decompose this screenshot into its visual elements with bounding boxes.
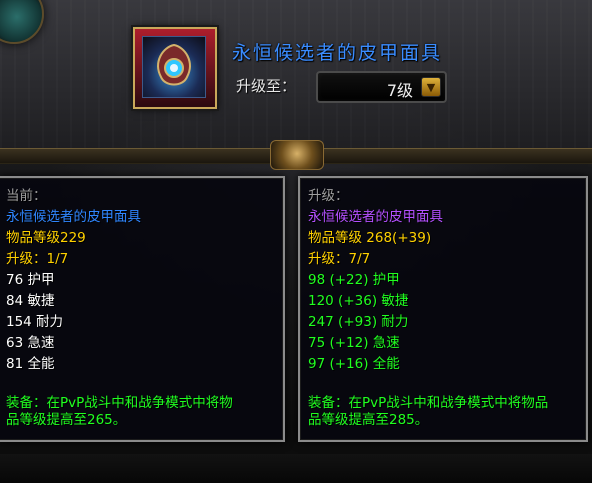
upgrade-stat-armor: 98 (+22) 护甲	[308, 272, 400, 288]
current-item-level: 物品等级229	[6, 230, 86, 246]
upgrade-equip-line-1: 装备：在PvP战斗中和战争模式中将物品	[308, 395, 549, 411]
leather-mask-icon	[142, 36, 206, 98]
current-item-panel: 当前： 永恒候选者的皮甲面具 物品等级229 升级：1/7 76 护甲 84 敏…	[0, 176, 285, 442]
upgrade-upgrade: 升级：7/7	[308, 251, 371, 267]
item-icon	[133, 27, 217, 109]
upgrade-equip-line-2: 品等级提高至285。	[308, 412, 429, 428]
bottom-strip	[0, 454, 592, 483]
upgrade-item-level: 物品等级 268(+39)	[308, 230, 432, 246]
current-stat-stamina: 154 耐力	[6, 314, 64, 330]
divider-ornament-icon	[270, 140, 324, 170]
upgrade-item-name: 永恒候选者的皮甲面具	[308, 209, 443, 225]
item-title: 永恒候选者的皮甲面具	[232, 42, 443, 64]
upgrade-stat-agility: 120 (+36) 敏捷	[308, 293, 409, 309]
current-equip-line-2: 品等级提高至265。	[6, 412, 127, 428]
upgrade-stat-stamina: 247 (+93) 耐力	[308, 314, 409, 330]
current-stat-versatility: 81 全能	[6, 356, 55, 372]
upgrade-stat-haste: 75 (+12) 急速	[308, 335, 400, 351]
current-stat-haste: 63 急速	[6, 335, 55, 351]
current-equip-line-1: 装备：在PvP战斗中和战争模式中将物	[6, 395, 233, 411]
chevron-down-icon[interactable]: ▼	[421, 77, 441, 97]
upgrade-to-label: 升级至：	[236, 77, 297, 95]
current-stat-agility: 84 敏捷	[6, 293, 55, 309]
mask-glyph-icon	[157, 43, 191, 86]
upgrade-heading: 升级：	[308, 188, 349, 204]
upgrade-stat-versatility: 97 (+16) 全能	[308, 356, 400, 372]
current-stat-armor: 76 护甲	[6, 272, 55, 288]
upgrade-level-dropdown[interactable]: 7级 ▼	[316, 71, 447, 103]
selected-level-text: 7级	[386, 81, 413, 100]
current-upgrade: 升级：1/7	[6, 251, 69, 267]
current-item-name: 永恒候选者的皮甲面具	[6, 209, 141, 225]
upgrade-item-panel: 升级： 永恒候选者的皮甲面具 物品等级 268(+39) 升级：7/7 98 (…	[298, 176, 588, 442]
current-heading: 当前：	[6, 188, 47, 204]
